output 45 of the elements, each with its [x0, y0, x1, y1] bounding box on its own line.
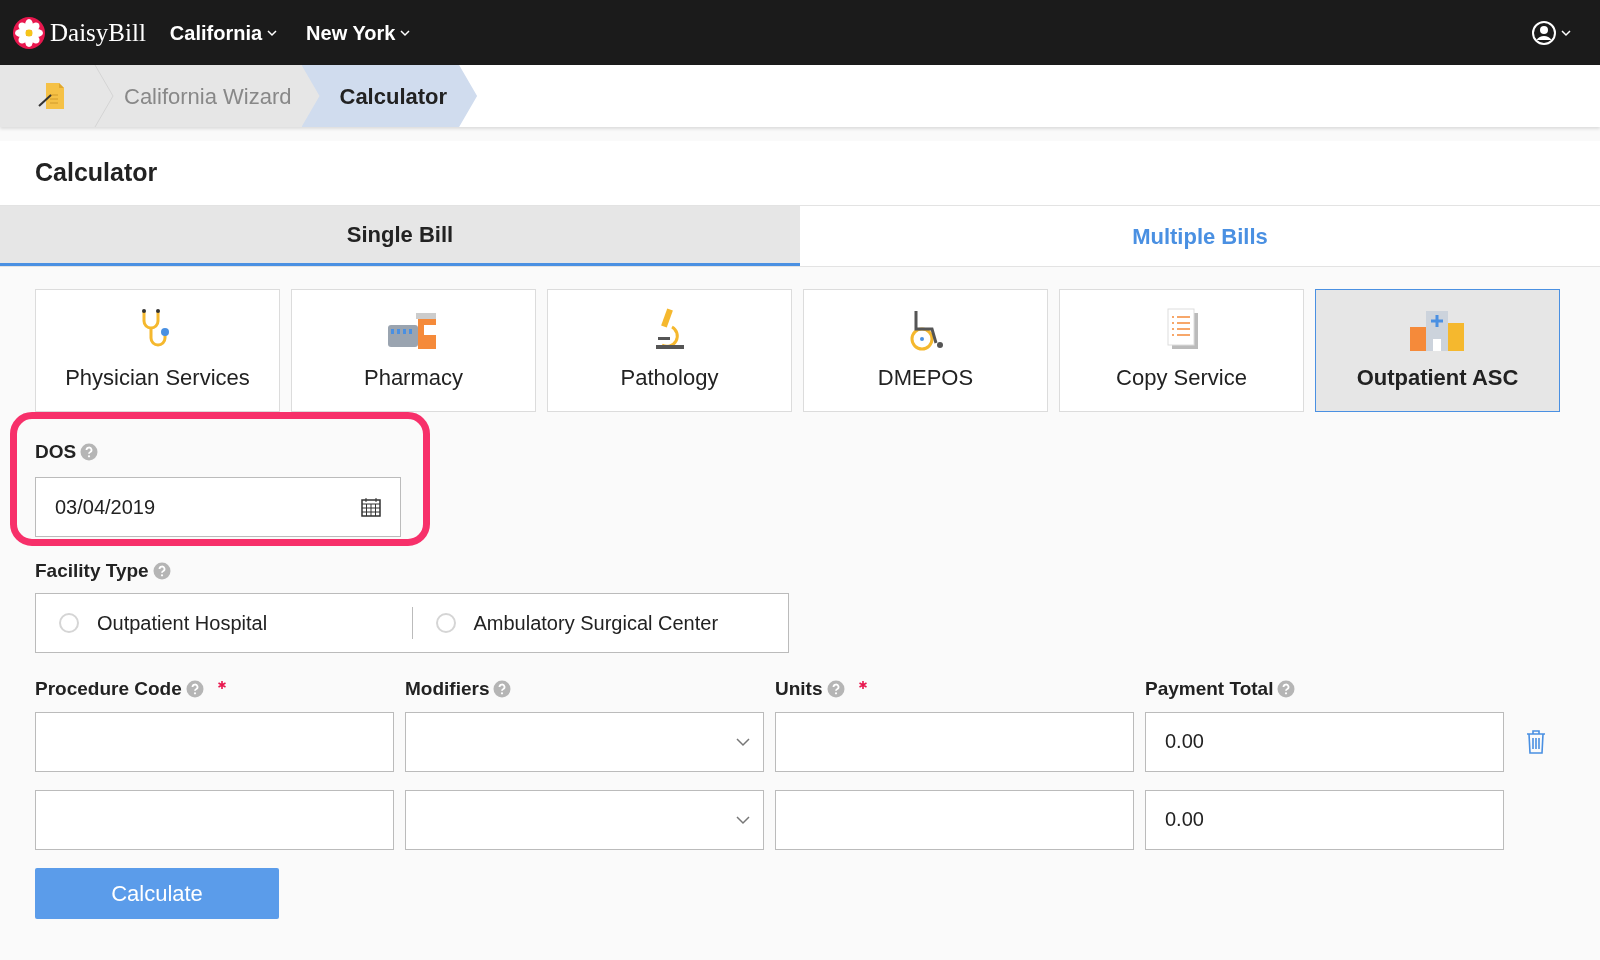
units-field[interactable]: [775, 789, 1134, 850]
help-icon[interactable]: [80, 443, 99, 462]
field-label: Facility Type: [35, 558, 149, 583]
radio-option[interactable]: Ambulatory Surgical Center: [412, 608, 788, 638]
region-menu[interactable]: New York: [306, 17, 412, 48]
help-icon[interactable]: [493, 680, 512, 699]
payment-total-field[interactable]: 0.00: [1145, 789, 1504, 850]
modifiers-dropdown[interactable]: [405, 711, 764, 772]
help-icon[interactable]: [1277, 680, 1296, 699]
radio-option[interactable]: Outpatient Hospital: [36, 608, 412, 638]
column-label: Payment Total: [1145, 677, 1274, 701]
radio-button[interactable]: [59, 613, 79, 633]
procedure-code-field[interactable]: [35, 789, 394, 850]
help-icon[interactable]: [152, 561, 171, 580]
account-menu[interactable]: [1532, 20, 1572, 45]
category-card[interactable]: Pathology: [547, 289, 792, 412]
category-card[interactable]: DMEPOS: [803, 289, 1048, 412]
calendar-icon: [361, 496, 381, 517]
radio-button[interactable]: [435, 613, 456, 633]
required-asterisk-icon: [858, 681, 867, 690]
tab[interactable]: Single Bill: [0, 206, 800, 266]
category-card[interactable]: Outpatient ASC: [1315, 289, 1560, 412]
category-card[interactable]: Copy Service: [1059, 289, 1304, 412]
help-icon[interactable]: [826, 680, 845, 699]
region-menu[interactable]: California: [169, 17, 279, 48]
field-label: DOS: [35, 440, 77, 464]
breadcrumb-item[interactable]: Calculator: [301, 65, 478, 127]
payment-total-field[interactable]: 0.00: [1145, 711, 1504, 772]
procedure-code-field[interactable]: [35, 711, 394, 772]
breadcrumb-separator: [94, 65, 114, 127]
page-title: Calculator: [0, 141, 1600, 206]
date-field[interactable]: 03/04/2019: [35, 476, 401, 537]
category-card[interactable]: Physician Services: [35, 289, 280, 412]
delete-icon[interactable]: [1525, 729, 1547, 754]
category-card[interactable]: Pharmacy: [291, 289, 536, 412]
required-asterisk-icon: [217, 681, 226, 690]
units-field[interactable]: [775, 711, 1134, 772]
column-label: Units: [775, 677, 823, 701]
help-icon[interactable]: [185, 680, 204, 699]
user-icon: [1532, 20, 1556, 45]
modifiers-dropdown[interactable]: [405, 789, 764, 850]
column-label: Procedure Code: [35, 677, 182, 701]
flower-logo-icon: [12, 15, 46, 50]
brand-name[interactable]: DaisyBill: [50, 13, 146, 52]
column-label: Modifiers: [405, 677, 490, 701]
